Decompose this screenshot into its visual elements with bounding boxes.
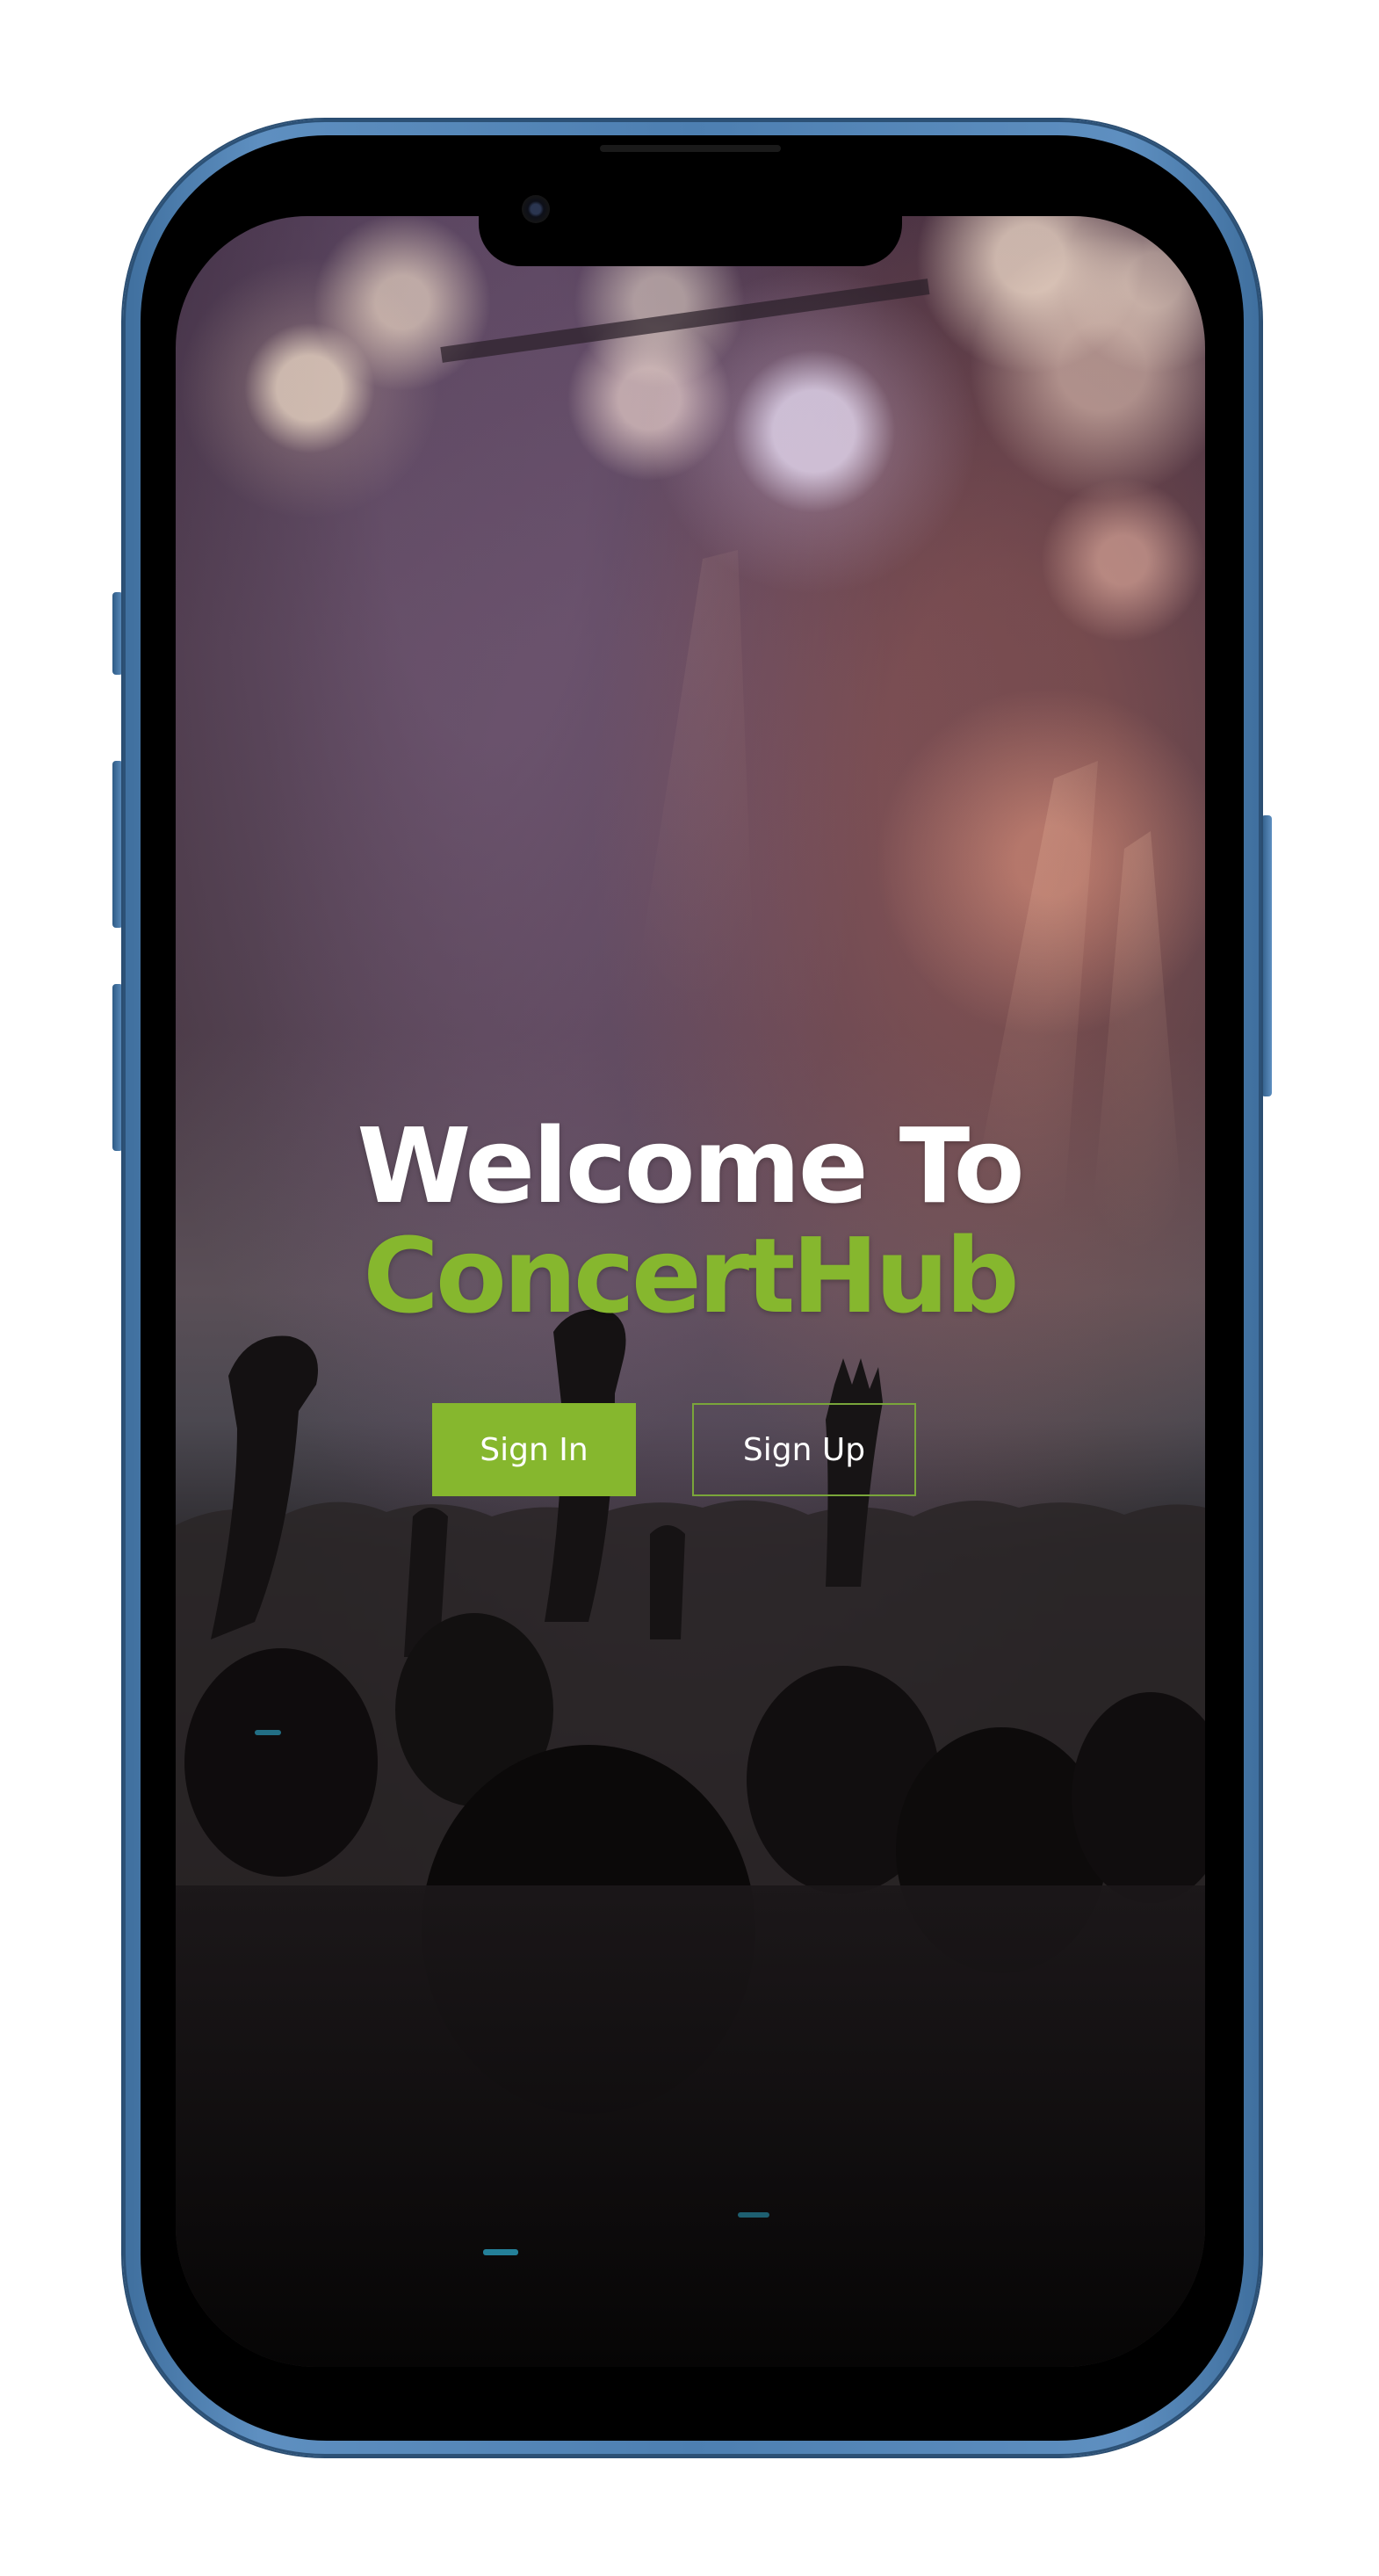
sign-in-button[interactable]: Sign In: [432, 1403, 636, 1496]
welcome-heading: Welcome To: [357, 1105, 1024, 1226]
sign-in-label: Sign In: [480, 1431, 588, 1468]
volume-up-button: [112, 761, 123, 928]
power-button: [1261, 815, 1272, 1096]
stage: Welcome To ConcertHub Sign In Sign Up: [0, 0, 1379, 2576]
earpiece-speaker: [600, 145, 781, 152]
mute-switch: [112, 592, 123, 675]
sign-up-button[interactable]: Sign Up: [692, 1403, 916, 1496]
sign-up-label: Sign Up: [742, 1431, 866, 1468]
front-camera: [522, 195, 550, 223]
display-notch: [479, 216, 902, 266]
app-brand-name: ConcertHub: [363, 1215, 1019, 1336]
